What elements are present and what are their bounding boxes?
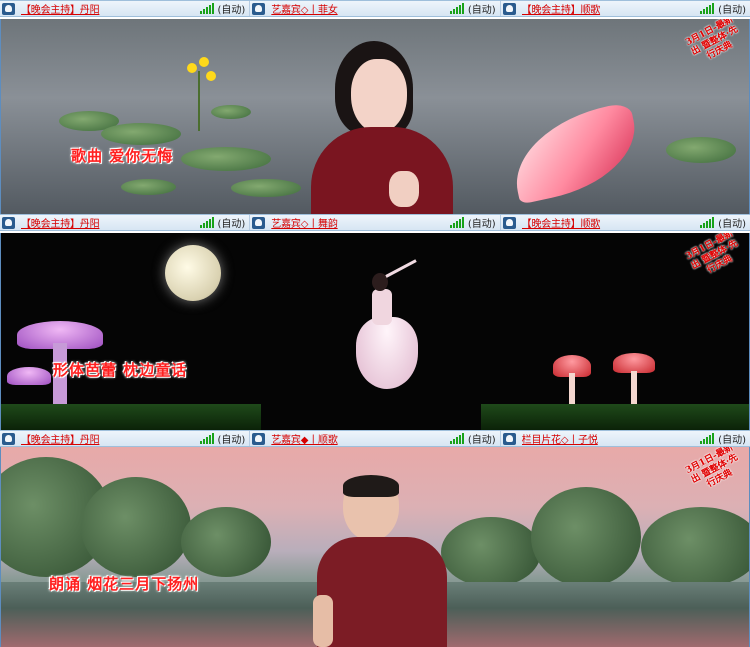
- lily-pad: [101, 123, 181, 145]
- mushroom: [613, 353, 655, 373]
- mode-label[interactable]: (自动): [218, 431, 246, 446]
- mic-icon: [252, 2, 266, 15]
- user-slot[interactable]: 【晚会主持】顺歌 (自动): [501, 215, 750, 230]
- user-strip-3: 【晚会主持】丹阳 (自动) 艺嘉宾◆丨顺歌 (自动) 栏目片花◇丨子悦 (自动): [0, 430, 750, 447]
- willow-tree: [441, 517, 541, 587]
- mic-icon: [502, 432, 516, 445]
- user-slot[interactable]: 【晚会主持】丹阳 (自动): [0, 431, 251, 446]
- mushroom-stem: [631, 371, 637, 405]
- yellow-flower: [199, 57, 209, 67]
- username-link[interactable]: 艺嘉宾◇丨舞韵: [271, 215, 450, 230]
- mic-icon: [2, 432, 15, 445]
- event-badge: 3月1日-最新出 暨整体·先行庆典: [684, 19, 740, 62]
- username-link[interactable]: 【晚会主持】丹阳: [21, 1, 200, 16]
- signal-icon: [199, 433, 214, 444]
- ballet-dancer: [346, 259, 426, 409]
- willow-tree: [81, 477, 191, 577]
- mode-label[interactable]: (自动): [718, 431, 746, 446]
- username-link[interactable]: 【晚会主持】顺歌: [522, 1, 701, 16]
- mode-label[interactable]: (自动): [218, 215, 246, 230]
- program-caption: 形体芭蕾 枕边童话: [53, 361, 188, 379]
- user-strip-2: 【晚会主持】丹阳 (自动) 艺嘉宾◇丨舞韵 (自动) 【晚会主持】顺歌 (自动): [0, 214, 750, 231]
- user-slot[interactable]: 【晚会主持】丹阳 (自动): [0, 215, 251, 230]
- username-link[interactable]: 艺嘉宾◆丨顺歌: [271, 431, 450, 446]
- mushroom-stem: [569, 373, 575, 405]
- program-caption: 歌曲 爱你无悔: [71, 147, 174, 165]
- program-caption: 朗诵 烟花三月下扬州: [49, 575, 200, 593]
- username-link[interactable]: 栏目片花◇丨子悦: [522, 431, 701, 446]
- signal-icon: [700, 217, 715, 228]
- willow-tree: [641, 507, 749, 587]
- lily-pad: [231, 179, 301, 197]
- grass: [1, 404, 261, 430]
- lily-pad: [666, 137, 736, 163]
- mic-icon: [252, 216, 266, 229]
- user-strip-1: 【晚会主持】丹阳 (自动) 艺嘉宾◇丨菲女 (自动) 【晚会主持】顺歌 (自动): [0, 0, 750, 17]
- singer: [311, 39, 453, 216]
- yellow-flower: [206, 71, 216, 81]
- user-slot[interactable]: 艺嘉宾◆丨顺歌 (自动): [250, 431, 501, 446]
- willow-tree: [531, 487, 641, 587]
- moon: [165, 245, 221, 301]
- mode-label[interactable]: (自动): [468, 1, 496, 16]
- lily-pad: [211, 105, 251, 119]
- mode-label[interactable]: (自动): [468, 431, 496, 446]
- video-panel-2[interactable]: 形体芭蕾 枕边童话 3月1日-最新出 暨整体·先行庆典: [0, 233, 750, 430]
- event-badge: 3月1日-最新出 暨整体·先行庆典: [684, 447, 740, 490]
- signal-icon: [199, 217, 214, 228]
- lotus-petal: [504, 101, 646, 205]
- mode-label[interactable]: (自动): [718, 215, 746, 230]
- lily-pad: [181, 147, 271, 171]
- user-slot[interactable]: 艺嘉宾◇丨菲女 (自动): [250, 1, 501, 16]
- mic-icon: [502, 2, 516, 15]
- signal-icon: [700, 433, 715, 444]
- signal-icon: [449, 3, 464, 14]
- signal-icon: [449, 217, 464, 228]
- username-link[interactable]: 艺嘉宾◇丨菲女: [271, 1, 450, 16]
- mic-icon: [252, 432, 266, 445]
- user-slot[interactable]: 艺嘉宾◇丨舞韵 (自动): [250, 215, 501, 230]
- video-panel-1[interactable]: 歌曲 爱你无悔 3月1日-最新出 暨整体·先行庆典: [0, 19, 750, 216]
- mic-icon: [502, 216, 516, 229]
- signal-icon: [199, 3, 214, 14]
- mode-label[interactable]: (自动): [468, 215, 496, 230]
- username-link[interactable]: 【晚会主持】顺歌: [522, 215, 701, 230]
- mode-label[interactable]: (自动): [718, 1, 746, 16]
- user-slot[interactable]: 【晚会主持】丹阳 (自动): [0, 1, 251, 16]
- yellow-flower: [187, 63, 197, 73]
- username-link[interactable]: 【晚会主持】丹阳: [21, 431, 200, 446]
- lily-pad: [121, 179, 176, 195]
- user-slot[interactable]: 【晚会主持】顺歌 (自动): [501, 1, 750, 16]
- user-slot[interactable]: 栏目片花◇丨子悦 (自动): [501, 431, 750, 446]
- mushroom: [7, 367, 51, 385]
- event-badge: 3月1日-最新出 暨整体·先行庆典: [684, 233, 740, 276]
- mic-icon: [2, 216, 15, 229]
- flower-stem: [198, 71, 200, 131]
- username-link[interactable]: 【晚会主持】丹阳: [21, 215, 200, 230]
- grass: [481, 404, 749, 430]
- signal-icon: [449, 433, 464, 444]
- reciter: [313, 475, 453, 647]
- signal-icon: [700, 3, 715, 14]
- mic-icon: [2, 2, 15, 15]
- video-panel-3[interactable]: 朗诵 烟花三月下扬州 3月1日-最新出 暨整体·先行庆典: [0, 447, 750, 647]
- willow-tree: [181, 507, 271, 577]
- mode-label[interactable]: (自动): [218, 1, 246, 16]
